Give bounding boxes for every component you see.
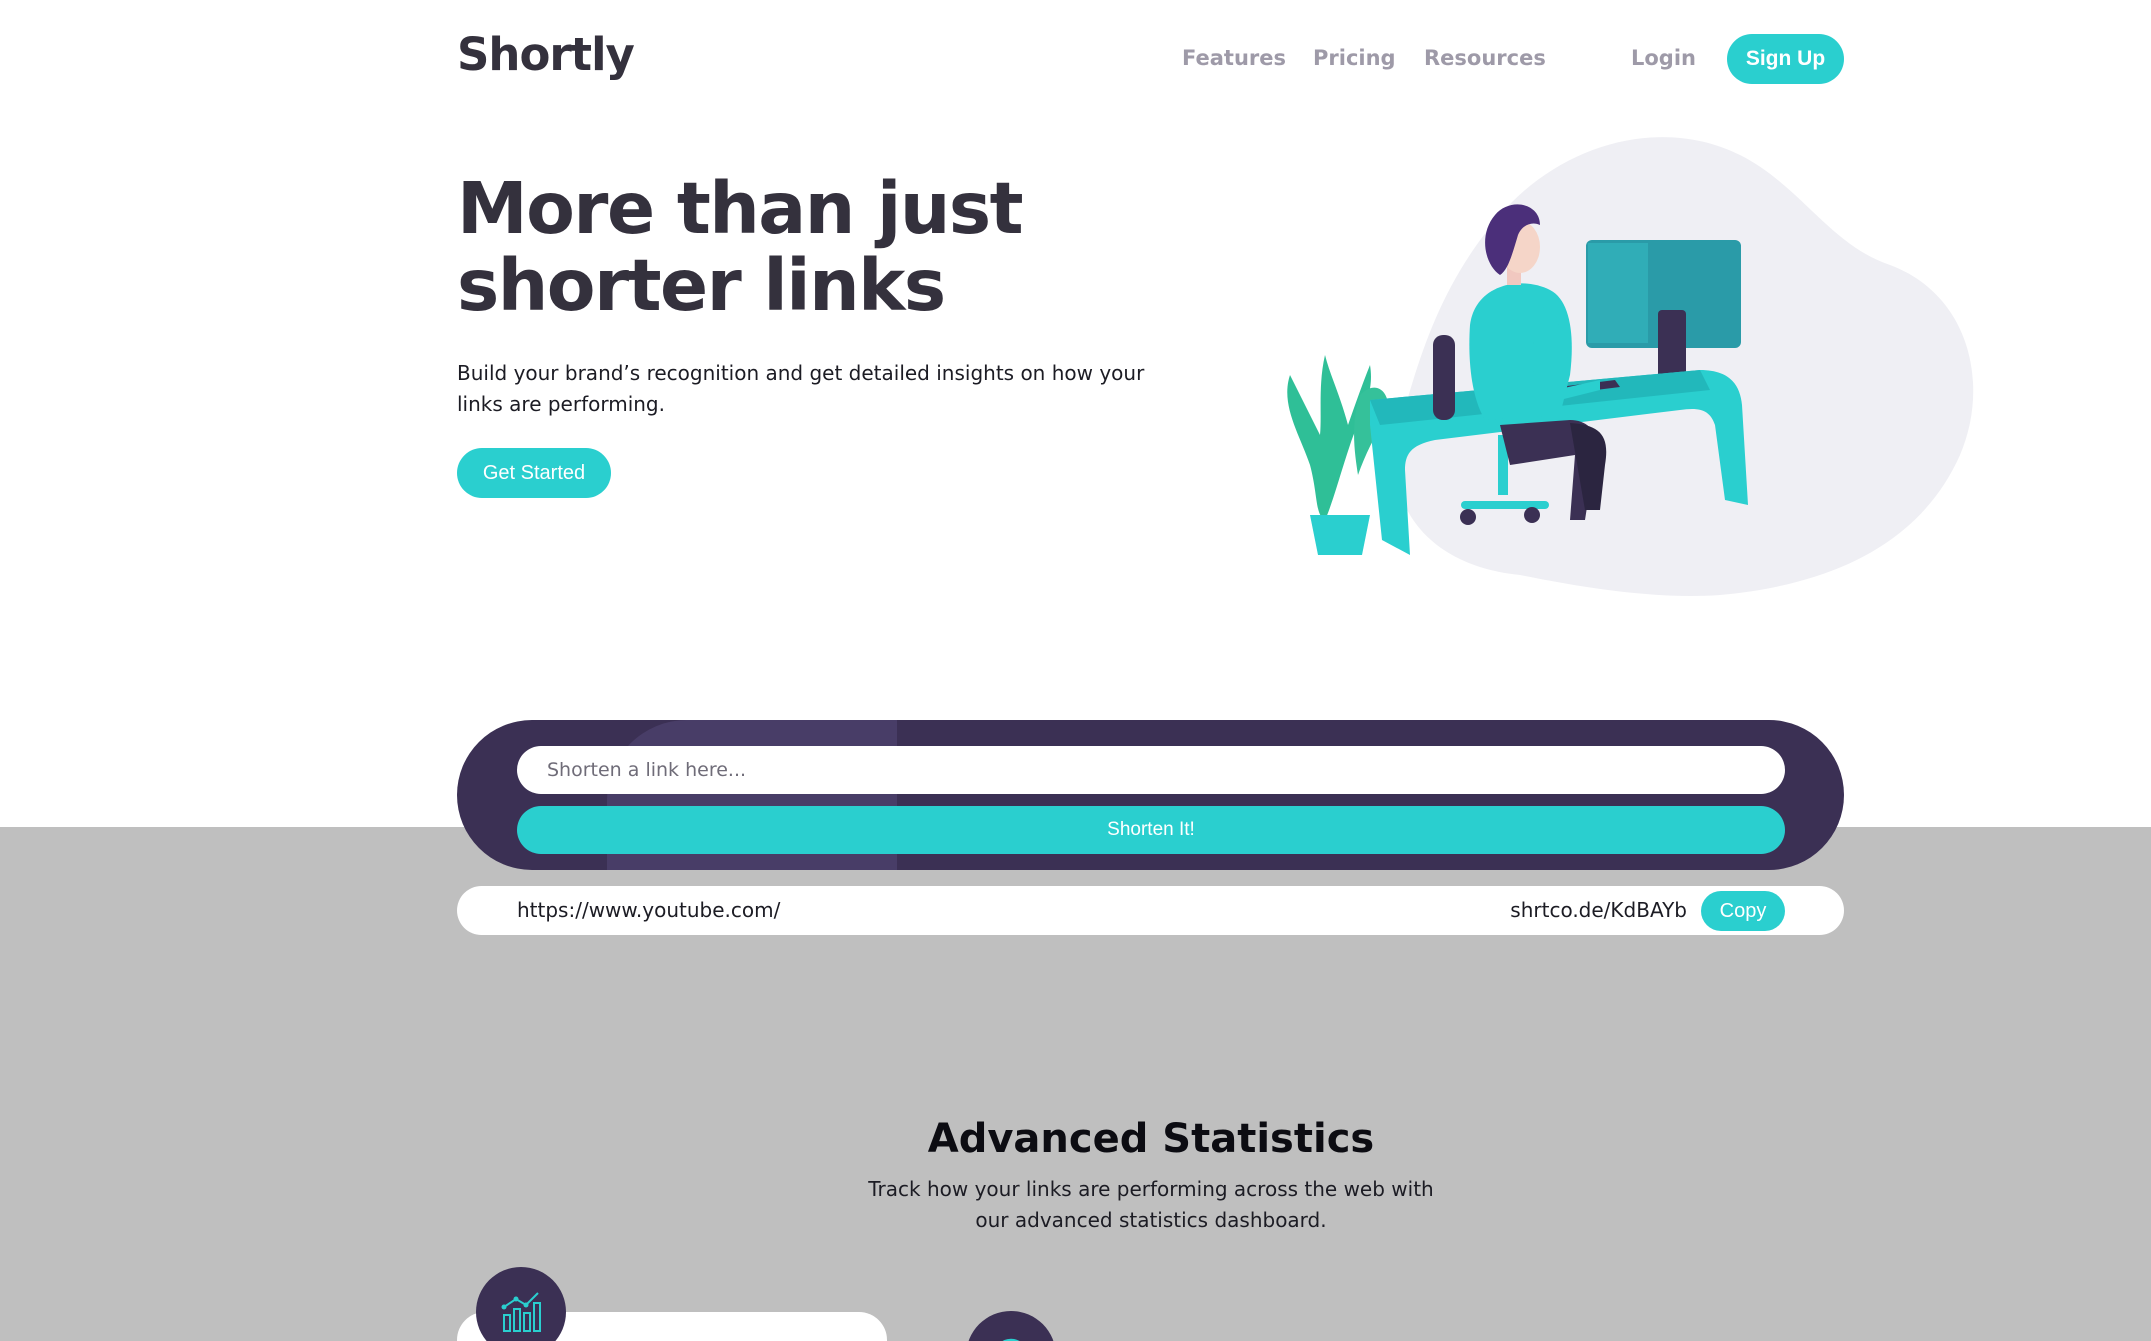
nav-resources[interactable]: Resources bbox=[1424, 46, 1546, 70]
logo[interactable]: Shortly bbox=[457, 28, 635, 81]
statistics-title: Advanced Statistics bbox=[927, 1116, 1375, 1162]
result-short-link[interactable]: shrtco.de/KdBAYb bbox=[1510, 898, 1687, 922]
nav-pricing[interactable]: Pricing bbox=[1313, 46, 1396, 70]
nav-login[interactable]: Login bbox=[1631, 46, 1696, 70]
result-original-link: https://www.youtube.com/ bbox=[517, 898, 781, 922]
copy-button[interactable]: Copy bbox=[1701, 891, 1785, 931]
signup-button[interactable]: Sign Up bbox=[1727, 34, 1844, 84]
nav-features[interactable]: Features bbox=[1182, 46, 1286, 70]
shorten-input[interactable] bbox=[517, 746, 1785, 794]
shorten-form: Shorten It! bbox=[457, 720, 1844, 870]
chair-back bbox=[1433, 335, 1455, 420]
shorten-button[interactable]: Shorten It! bbox=[517, 806, 1785, 854]
hero-title: More than just shorter links bbox=[457, 167, 1024, 327]
result-row: https://www.youtube.com/ shrtco.de/KdBAY… bbox=[457, 886, 1844, 935]
get-started-button[interactable]: Get Started bbox=[457, 448, 611, 498]
plant-pot bbox=[1310, 515, 1370, 555]
statistics-subtitle: Track how your links are performing acro… bbox=[868, 1177, 1434, 1232]
working-illustration bbox=[1287, 137, 1974, 596]
hero-subtitle: Build your brand’s recognition and get d… bbox=[457, 361, 1145, 416]
